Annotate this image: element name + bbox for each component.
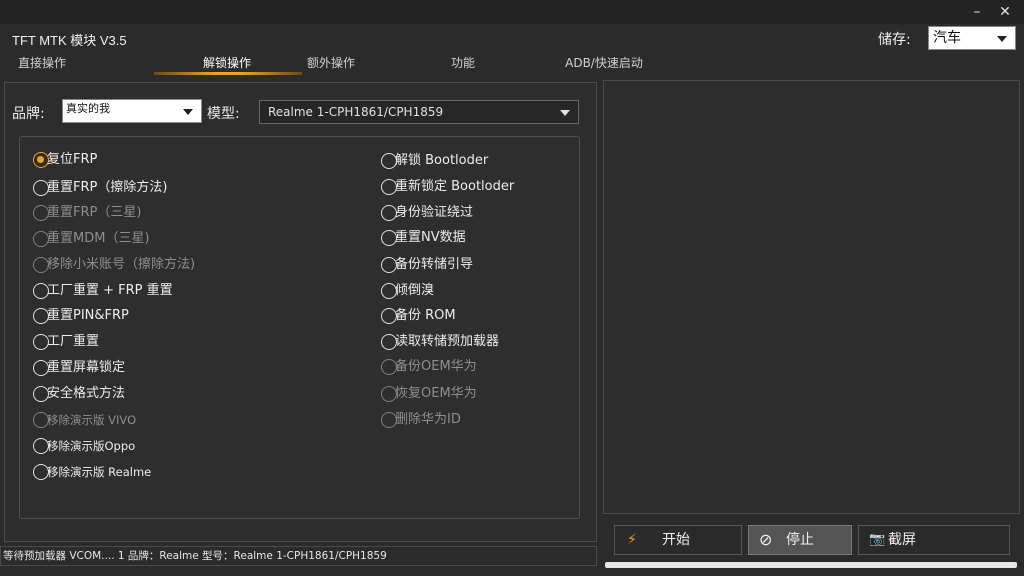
option-label: 备份 ROM bbox=[395, 308, 456, 323]
option-label: 移除小米账号（擦除方法) bbox=[47, 257, 196, 272]
model-value: Realme 1-CPH1861/CPH1859 bbox=[268, 105, 444, 119]
option-label: 重置PIN&FRP bbox=[47, 308, 129, 323]
close-icon[interactable]: ✕ bbox=[992, 2, 1018, 22]
option-label: 备份OEM华为 bbox=[395, 359, 477, 374]
option-label: 身份验证绕过 bbox=[395, 205, 474, 220]
option-label: 解锁 Bootloder bbox=[395, 153, 489, 168]
brand-select[interactable]: 真实的我 bbox=[62, 99, 202, 123]
brand-label: 品牌: bbox=[12, 106, 45, 122]
minimize-icon[interactable]: – bbox=[964, 2, 990, 22]
option-label: 重置屏幕锁定 bbox=[47, 360, 126, 375]
storage-value: 汽车 bbox=[933, 30, 961, 46]
option-label: 恢复OEM华为 bbox=[395, 386, 477, 401]
option-label: 工厂重置 + FRP 重置 bbox=[47, 283, 173, 298]
app-title: TFT MTK 模块 V3.5 bbox=[12, 33, 127, 48]
log-panel bbox=[603, 80, 1020, 514]
tab-unlock[interactable]: 解锁操作 bbox=[196, 52, 258, 74]
option-label: 工厂重置 bbox=[47, 334, 100, 349]
option-label: 复位FRP bbox=[47, 152, 98, 167]
brand-value: 真实的我 bbox=[66, 102, 110, 115]
tab-functions[interactable]: 功能 bbox=[440, 52, 486, 74]
status-text: 等待预加载器 VCOM.... 1 品牌：Realme 型号：Realme 1-… bbox=[3, 550, 387, 562]
lightning-icon: ⚡ bbox=[627, 532, 637, 548]
model-select[interactable]: Realme 1-CPH1861/CPH1859 bbox=[259, 100, 579, 124]
option-label: 重置FRP（三星) bbox=[47, 205, 142, 220]
camera-icon: 📷 bbox=[869, 532, 886, 547]
storage-label: 储存: bbox=[878, 32, 911, 48]
progress-bar bbox=[605, 562, 1017, 568]
status-bar: 等待预加载器 VCOM.... 1 品牌：Realme 型号：Realme 1-… bbox=[0, 546, 597, 566]
option-label: 删除华为ID bbox=[395, 412, 461, 427]
option-label: 移除演示版 Realme bbox=[47, 465, 152, 479]
start-button-label: 开始 bbox=[662, 532, 690, 548]
active-tab-indicator bbox=[154, 72, 302, 75]
option-label: 移除演示版Oppo bbox=[47, 439, 136, 453]
chevron-down-icon bbox=[183, 109, 193, 115]
model-label: 模型: bbox=[207, 106, 240, 122]
stop-button[interactable]: ⊘ 停止 bbox=[748, 525, 852, 555]
option-label: 倾倒溴 bbox=[395, 283, 435, 298]
tab-direct[interactable]: 直接操作 bbox=[18, 52, 74, 74]
option-label: 重新锁定 Bootloder bbox=[395, 179, 515, 194]
title-bar: – ✕ bbox=[0, 0, 1024, 24]
option-label: 移除演示版 VIVO bbox=[47, 413, 137, 427]
option-label: 备份转储引导 bbox=[395, 257, 474, 272]
tab-extra[interactable]: 额外操作 bbox=[300, 52, 362, 74]
option-label: 重置FRP（擦除方法) bbox=[47, 180, 168, 195]
chevron-down-icon bbox=[997, 36, 1007, 42]
screenshot-button-label: 截屏 bbox=[888, 532, 916, 548]
option-label: 读取转储预加载器 bbox=[395, 334, 500, 349]
start-button[interactable]: ⚡ 开始 bbox=[614, 525, 742, 555]
option-label: 安全格式方法 bbox=[47, 386, 126, 401]
option-label: 重置MDM（三星) bbox=[47, 231, 150, 246]
option-label: 重置NV数据 bbox=[395, 230, 466, 245]
screenshot-button[interactable]: 📷 截屏 bbox=[858, 525, 1010, 555]
stop-button-label: 停止 bbox=[786, 532, 814, 548]
storage-select[interactable]: 汽车 bbox=[928, 26, 1016, 50]
chevron-down-icon bbox=[560, 110, 570, 116]
stop-icon: ⊘ bbox=[759, 530, 773, 549]
tab-adb-fastboot[interactable]: ADB/快速启动 bbox=[560, 52, 648, 74]
